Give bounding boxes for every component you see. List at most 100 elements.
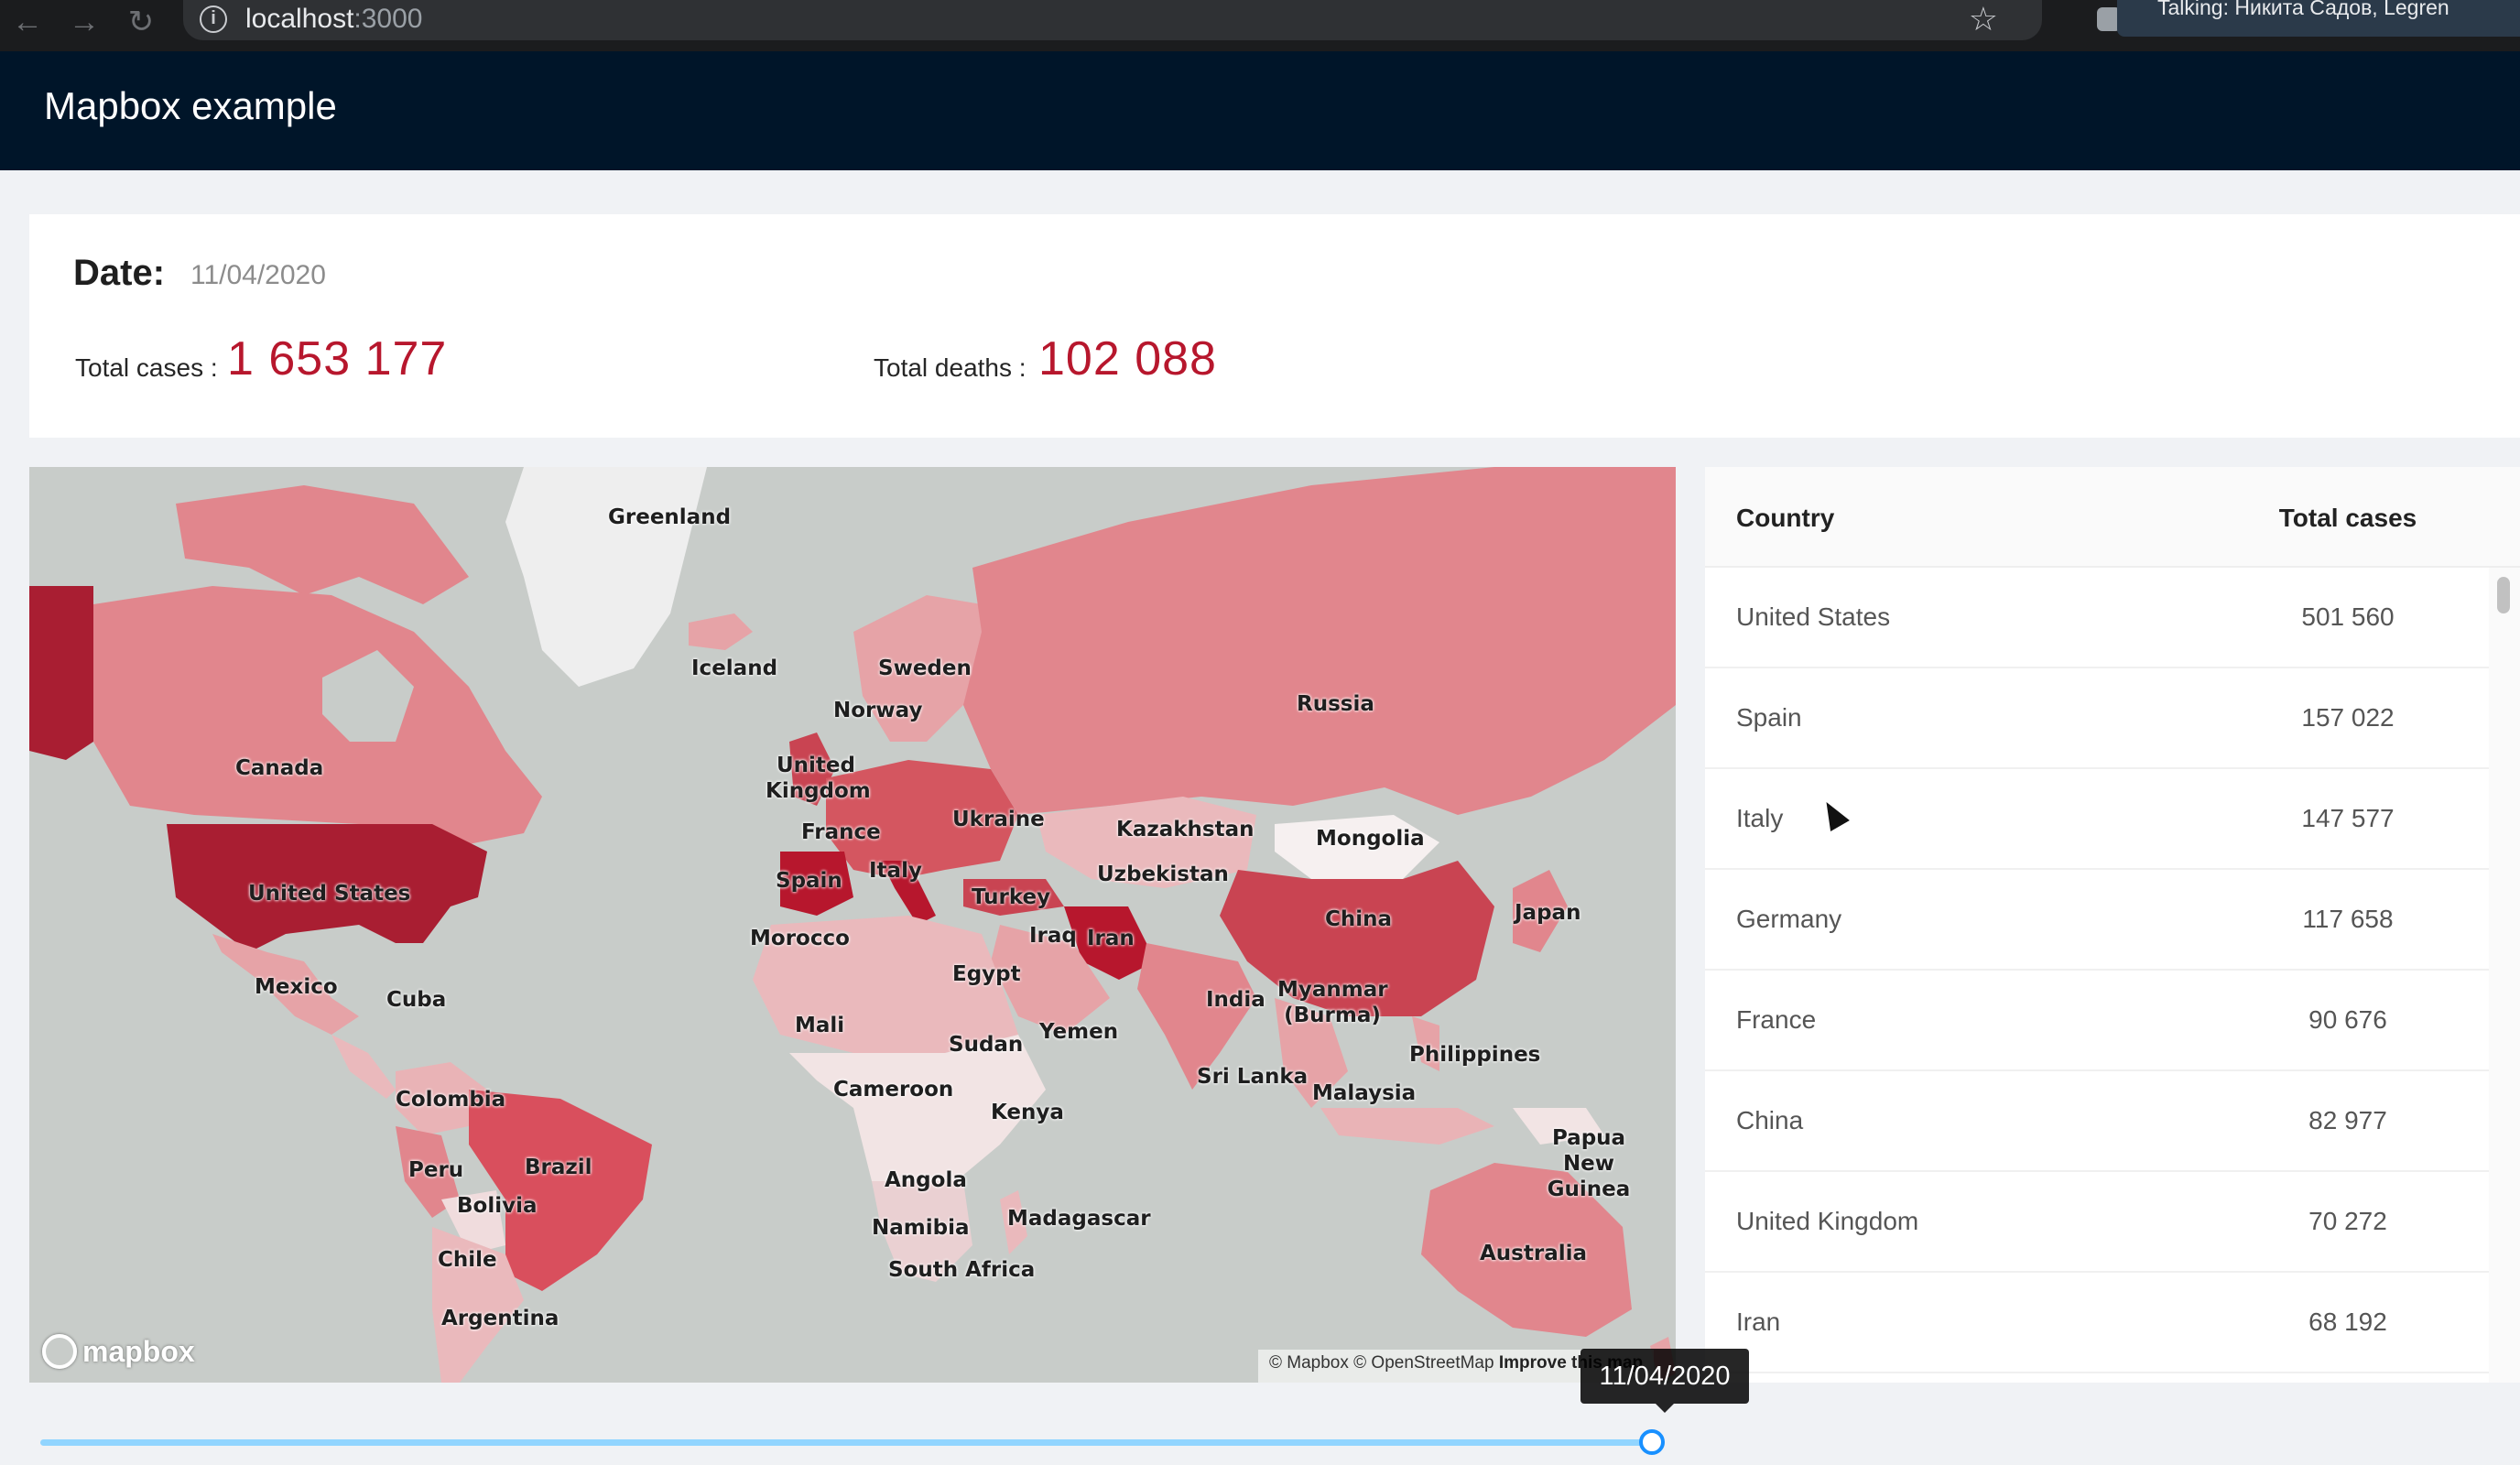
map-label-iran: Iran — [1087, 927, 1135, 950]
map-label-mongolia: Mongolia — [1316, 827, 1425, 851]
cell-total-cases: 70 272 — [2308, 1207, 2387, 1235]
map-label-bolivia: Bolivia — [457, 1194, 538, 1218]
cell-total-cases: 68 192 — [2308, 1308, 2387, 1336]
url-text[interactable]: localhost:3000 — [245, 4, 422, 35]
map-label-sudan: Sudan — [949, 1033, 1024, 1057]
map-label-peru: Peru — [408, 1158, 464, 1182]
table-row[interactable]: Germany 117 658 — [1705, 870, 2489, 971]
map-label-morocco: Morocco — [750, 927, 850, 950]
column-header-country[interactable]: Country — [1736, 504, 1834, 533]
region-indonesia — [1320, 1108, 1494, 1145]
column-header-total-cases[interactable]: Total cases — [2227, 504, 2469, 533]
summary-card: Date: 11/04/2020 Total cases : 1 653 177… — [29, 214, 2520, 438]
map-label-canada: Canada — [235, 756, 324, 780]
talking-banner: Talking: Никита Садов, Legren — [2117, 0, 2520, 37]
map-label-united-kingdom: United Kingdom — [766, 754, 871, 803]
mapbox-logo-icon — [42, 1334, 77, 1369]
map-label-turkey: Turkey — [972, 885, 1051, 909]
table-row[interactable]: France 90 676 — [1705, 971, 2489, 1071]
table-row[interactable]: Italy 147 577 — [1705, 769, 2489, 870]
map-label-colombia: Colombia — [396, 1088, 506, 1112]
map-label-india: India — [1206, 988, 1265, 1012]
map-label-sri-lanka: Sri Lanka — [1197, 1065, 1309, 1089]
slider-tooltip-arrow — [1656, 1404, 1674, 1413]
map-label-egypt: Egypt — [952, 962, 1021, 986]
cell-country: Germany — [1736, 905, 1842, 933]
region-central-america — [331, 1035, 396, 1099]
map-label-norway: Norway — [833, 699, 923, 722]
date-label: Date: — [73, 253, 166, 293]
back-icon[interactable]: ← — [7, 4, 48, 40]
region-alaska — [29, 586, 93, 760]
forward-icon[interactable]: → — [64, 4, 104, 40]
date-slider-area — [0, 1383, 2520, 1465]
map-label-spain: Spain — [776, 869, 842, 893]
scroll-thumb[interactable] — [2497, 577, 2510, 613]
table-row[interactable]: United Kingdom 70 272 — [1705, 1172, 2489, 1273]
map-label-china: China — [1325, 907, 1393, 931]
table-header: Country Total cases — [1705, 467, 2520, 568]
date-value: 11/04/2020 — [190, 260, 326, 290]
map-label-madagascar: Madagascar — [1007, 1207, 1151, 1231]
map-label-italy: Italy — [869, 859, 922, 883]
world-map[interactable]: Greenland Iceland Sweden Norway Russia United… — [29, 467, 1676, 1383]
map-label-malaysia: Malaysia — [1312, 1081, 1417, 1105]
cases-table: Country Total cases United States 501 560… — [1705, 467, 2520, 1383]
region-iceland — [689, 613, 753, 650]
bookmark-star-icon[interactable]: ☆ — [1969, 0, 1998, 38]
map-label-argentina: Argentina — [441, 1307, 559, 1330]
cell-total-cases: 501 560 — [2301, 602, 2395, 631]
slider-tooltip: 11/04/2020 — [1580, 1349, 1749, 1404]
cell-country: China — [1736, 1106, 1804, 1134]
address-bar[interactable]: i localhost:3000 ☆ — [183, 0, 2042, 40]
region-greenland — [505, 467, 707, 687]
map-label-iraq: Iraq — [1029, 924, 1077, 948]
total-cases-label: Total cases : — [75, 353, 218, 382]
total-cases-value: 1 653 177 — [227, 332, 448, 385]
map-label-kenya: Kenya — [991, 1101, 1064, 1124]
cell-total-cases: 157 022 — [2301, 703, 2395, 732]
table-row[interactable]: China 82 977 — [1705, 1071, 2489, 1172]
region-russia — [963, 467, 1676, 815]
info-icon[interactable]: i — [200, 5, 227, 33]
map-label-mexico: Mexico — [255, 975, 338, 999]
cell-total-cases: 90 676 — [2308, 1005, 2387, 1034]
cell-country: United States — [1736, 602, 1891, 631]
table-scrollbar[interactable] — [2489, 568, 2520, 1383]
total-deaths-label: Total deaths : — [874, 353, 1026, 382]
map-label-cuba: Cuba — [386, 988, 447, 1012]
app-header: Mapbox example — [0, 51, 2520, 170]
date-slider-handle[interactable] — [1639, 1429, 1665, 1455]
cell-total-cases: 147 577 — [2301, 804, 2395, 832]
app-title: Mapbox example — [44, 84, 337, 127]
cell-total-cases: 117 658 — [2302, 905, 2394, 933]
region-canada-north — [176, 485, 469, 604]
map-label-philippines: Philippines — [1409, 1043, 1541, 1067]
cell-country: France — [1736, 1005, 1817, 1034]
map-label-france: France — [801, 820, 881, 844]
reload-icon[interactable]: ↻ — [121, 4, 161, 40]
date-slider-track[interactable] — [40, 1439, 1665, 1446]
map-label-japan: Japan — [1515, 901, 1581, 925]
map-label-sweden: Sweden — [878, 657, 972, 680]
map-label-kazakhstan: Kazakhstan — [1116, 818, 1255, 841]
table-row[interactable]: United States 501 560 — [1705, 568, 2489, 668]
browser-toolbar: ← → ↻ i localhost:3000 ☆ Talking: Никита… — [0, 0, 2520, 51]
table-body: United States 501 560 Spain 157 022 Italy 147… — [1705, 568, 2489, 1373]
map-label-brazil: Brazil — [525, 1156, 592, 1179]
map-label-ukraine: Ukraine — [952, 808, 1045, 831]
cell-country: Italy — [1736, 804, 1784, 832]
map-label-south-africa: South Africa — [888, 1258, 1036, 1282]
map-label-russia: Russia — [1297, 692, 1374, 716]
map-label-yemen: Yemen — [1039, 1020, 1119, 1044]
cell-country: United Kingdom — [1736, 1207, 1919, 1235]
map-label-papua-new-guinea: Papua New Guinea — [1547, 1126, 1631, 1201]
mapbox-logo[interactable]: mapbox — [42, 1331, 195, 1372]
map-shapes — [29, 467, 1676, 1383]
map-label-chile: Chile — [438, 1248, 497, 1272]
cell-country: Spain — [1736, 703, 1802, 732]
table-row[interactable]: Iran 68 192 — [1705, 1273, 2489, 1373]
table-row[interactable]: Spain 157 022 — [1705, 668, 2489, 769]
map-label-greenland: Greenland — [608, 505, 732, 529]
map-label-iceland: Iceland — [691, 657, 778, 680]
